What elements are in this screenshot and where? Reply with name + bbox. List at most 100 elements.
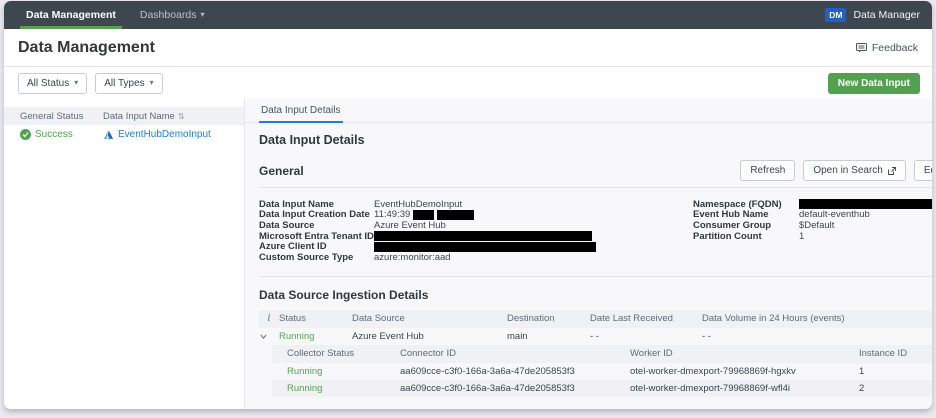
external-link-icon: [888, 167, 896, 175]
refresh-button[interactable]: Refresh: [740, 160, 795, 181]
field-value: EventHubDemoInput: [374, 199, 462, 210]
field-data-input-name: Data Input Name EventHubDemoInput: [259, 199, 693, 210]
column-header-data-volume[interactable]: Data Volume in 24 Hours (events): [702, 313, 932, 324]
collector-row[interactable]: Running aa609cce-c3f0-166a-3a6a-47de2058…: [272, 380, 932, 397]
field-label: Azure Client ID: [259, 241, 374, 252]
collector-table-header: Collector Status Connector ID Worker ID …: [272, 345, 932, 363]
nav-tab-label: Dashboards: [140, 9, 197, 21]
fields-column-right: Namespace (FQDN) Event Hub Name default-…: [693, 199, 932, 263]
column-header-collector-status[interactable]: Collector Status: [272, 348, 385, 359]
ingestion-heading: Data Source Ingestion Details: [259, 288, 932, 302]
caret-down-icon: ▾: [200, 11, 204, 19]
general-heading: General: [259, 164, 304, 178]
column-header-date-last-received[interactable]: Date Last Received: [590, 313, 702, 324]
chevron-down-icon[interactable]: [259, 332, 268, 341]
caret-down-icon: ▾: [150, 79, 154, 87]
button-label: Open in Search: [813, 165, 883, 176]
redacted-value: [374, 231, 592, 241]
collector-row[interactable]: Running aa609cce-c3f0-166a-3a6a-47de2058…: [272, 363, 932, 380]
field-value: [799, 199, 932, 209]
feedback-button[interactable]: Feedback: [856, 42, 918, 54]
field-value: 1: [799, 231, 804, 242]
page-header: Data Management Feedback: [4, 29, 932, 67]
app-name: Data Manager: [853, 9, 920, 21]
toolbar: All Status ▾ All Types ▾ New Data Input: [4, 67, 932, 99]
collector-table: Collector Status Connector ID Worker ID …: [272, 345, 932, 397]
details-panel: Data Input Details ✕ Data Input Details …: [244, 99, 932, 409]
filter-group: All Status ▾ All Types ▾: [18, 73, 163, 94]
field-custom-source-type: Custom Source Type azure:monitor:aad: [259, 252, 693, 263]
collector-status: Running: [272, 366, 385, 377]
field-value: 11:49:39: [374, 209, 474, 220]
feedback-icon: [856, 43, 867, 53]
general-actions: Refresh Open in Search Edit ▾: [740, 160, 932, 181]
main-content: General Status Data Input Name ⇅ Success: [4, 99, 932, 409]
app-logo-badge: DM: [825, 8, 846, 23]
worker-id: otel-worker-dmexport-79968869f-hgxkv: [615, 366, 844, 377]
ingestion-date-last-received: - -: [590, 331, 702, 342]
ingestion-data-source: Azure Event Hub: [352, 331, 507, 342]
button-label: Refresh: [750, 165, 785, 176]
status-label: Success: [35, 129, 73, 140]
field-creation-date: Data Input Creation Date 11:49:39: [259, 210, 693, 221]
field-value: default-eventhub: [799, 209, 870, 220]
column-header-data-input-name[interactable]: Data Input Name ⇅: [87, 111, 244, 122]
column-header-worker-id[interactable]: Worker ID: [615, 348, 844, 359]
nav-tab-data-management[interactable]: Data Management: [14, 1, 128, 29]
field-label: Consumer Group: [693, 220, 799, 231]
field-consumer-group: Consumer Group $Default: [693, 220, 932, 231]
instance-id: 2: [844, 383, 932, 394]
button-label: Edit: [924, 165, 932, 176]
nav-tab-label: Data Management: [26, 9, 116, 21]
filter-label: All Status: [27, 78, 69, 89]
general-status-cell: Success: [4, 129, 87, 140]
column-header-destination[interactable]: Destination: [507, 313, 590, 324]
info-icon: i: [267, 313, 270, 324]
feedback-label: Feedback: [872, 42, 918, 54]
details-title: Data Input Details: [259, 133, 932, 147]
app-window: Data Management Dashboards ▾ DM Data Man…: [4, 1, 932, 409]
data-input-link[interactable]: EventHubDemoInput: [118, 129, 211, 140]
page-background: Data Management Dashboards ▾ DM Data Man…: [0, 0, 936, 418]
nav-tab-dashboards[interactable]: Dashboards ▾: [128, 1, 217, 29]
field-entra-tenant-id: Microsoft Entra Tenant ID: [259, 231, 693, 242]
filter-all-types[interactable]: All Types ▾: [95, 73, 162, 94]
worker-id: otel-worker-dmexport-79968869f-wfl4i: [615, 383, 844, 394]
ingestion-table: i Status Data Source Destination Date La…: [259, 310, 932, 397]
column-header-data-source[interactable]: Data Source: [352, 313, 507, 324]
list-header: General Status Data Input Name ⇅: [4, 107, 244, 125]
filter-all-status[interactable]: All Status ▾: [18, 73, 87, 94]
details-body: Data Input Details General Refresh Open …: [245, 123, 932, 397]
column-header-status[interactable]: Status: [279, 313, 352, 324]
field-partition-count: Partition Count 1: [693, 231, 932, 242]
ingestion-row[interactable]: Running Azure Event Hub main - - - -: [259, 328, 932, 345]
field-event-hub-name: Event Hub Name default-eventhub: [693, 210, 932, 221]
field-label: Custom Source Type: [259, 252, 374, 263]
column-header-connector-id[interactable]: Connector ID: [385, 348, 615, 359]
open-in-search-button[interactable]: Open in Search: [803, 160, 906, 181]
fields-column-left: Data Input Name EventHubDemoInput Data I…: [259, 199, 693, 263]
column-header-general-status[interactable]: General Status: [4, 111, 87, 122]
new-data-input-button[interactable]: New Data Input: [828, 73, 920, 94]
top-navbar: Data Management Dashboards ▾ DM Data Man…: [4, 1, 932, 29]
page-title: Data Management: [18, 39, 155, 57]
general-section-header: General Refresh Open in Search: [259, 160, 932, 188]
field-value: [374, 242, 596, 252]
field-label: Event Hub Name: [693, 209, 799, 220]
column-header-instance-id[interactable]: Instance ID: [844, 348, 932, 359]
tab-data-input-details[interactable]: Data Input Details: [259, 99, 343, 123]
ingestion-table-header: i Status Data Source Destination Date La…: [259, 310, 932, 328]
ingestion-data-volume: - -: [702, 331, 932, 342]
edit-button[interactable]: Edit ▾: [914, 160, 932, 181]
ingestion-status: Running: [279, 331, 352, 342]
column-label: Data Input Name: [103, 111, 175, 122]
redacted-value: [413, 210, 434, 220]
navbar-right: DM Data Manager: [825, 1, 932, 29]
field-value: [374, 231, 592, 241]
ingestion-destination: main: [507, 331, 590, 342]
details-tab-bar: Data Input Details ✕: [245, 99, 932, 123]
data-input-row[interactable]: Success EventHubDemoInput: [4, 125, 244, 144]
redacted-value: [374, 242, 596, 252]
field-value-text: 11:49:39: [374, 209, 410, 220]
field-label: Microsoft Entra Tenant ID: [259, 231, 374, 242]
